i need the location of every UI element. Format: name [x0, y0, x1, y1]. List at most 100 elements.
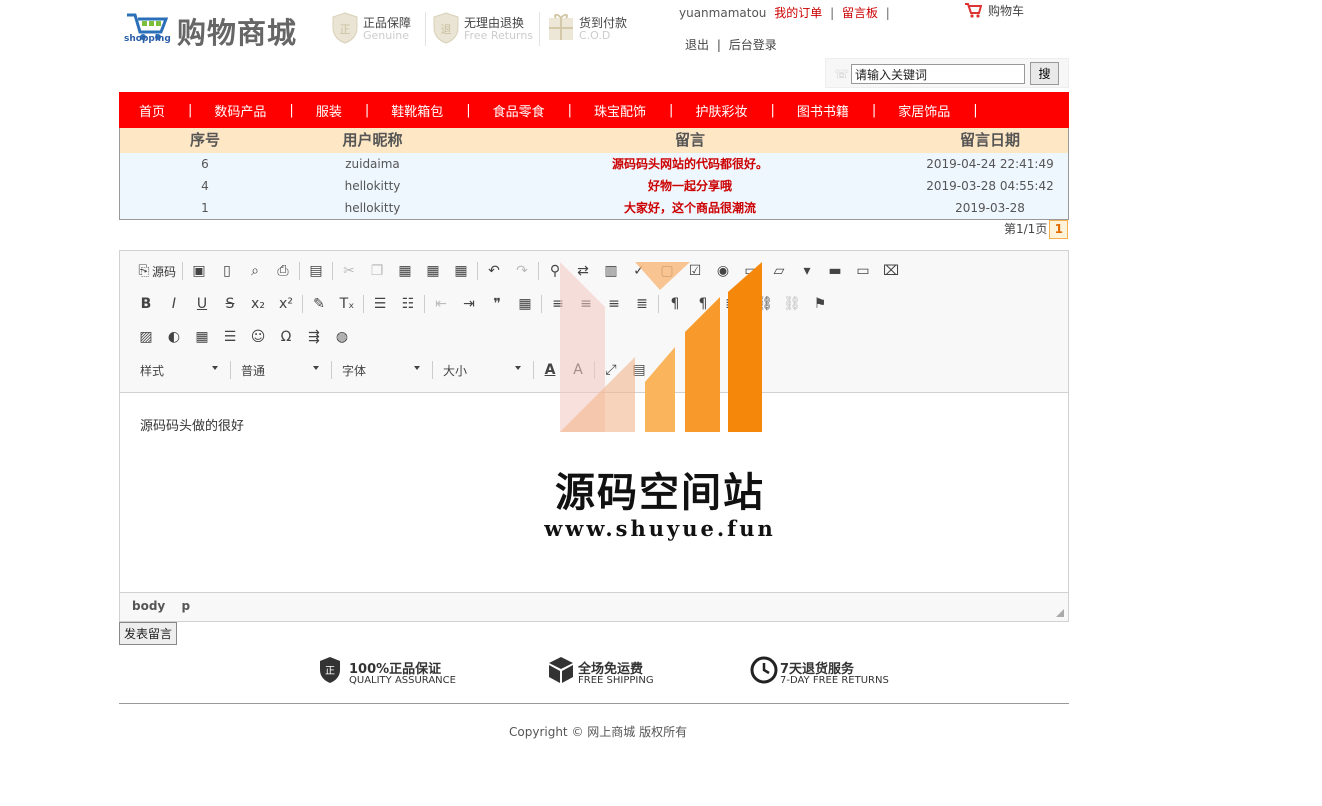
- cell-nick: hellokitty: [344, 179, 401, 193]
- svg-text:正: 正: [325, 666, 335, 677]
- select-all-icon[interactable]: ▥: [597, 259, 625, 283]
- preview-icon[interactable]: ⌕: [241, 259, 269, 283]
- logout-link[interactable]: 退出: [685, 38, 709, 52]
- new-page-icon[interactable]: ▯: [213, 259, 241, 283]
- nav-item-shoes-bags[interactable]: 鞋靴箱包: [391, 101, 443, 120]
- iframe-icon[interactable]: ◍: [328, 325, 356, 349]
- anchor-icon[interactable]: ⚑: [806, 292, 834, 316]
- toolbar-divider: [331, 361, 332, 379]
- styles-dropdown[interactable]: 样式: [132, 358, 222, 382]
- ltr-icon[interactable]: ¶: [661, 292, 689, 316]
- italic-icon[interactable]: I: [160, 292, 188, 316]
- spellcheck-icon[interactable]: ✓: [625, 259, 653, 283]
- bg-color-icon[interactable]: A: [564, 358, 592, 382]
- nav-item-clothing[interactable]: 服装: [316, 101, 342, 120]
- editor-content-area[interactable]: 源码码头做的很好: [120, 392, 1068, 593]
- post-message-button[interactable]: 发表留言: [119, 622, 178, 645]
- bold-icon[interactable]: B: [132, 292, 160, 316]
- search-input[interactable]: [851, 64, 1025, 84]
- message-board-link[interactable]: 留言板: [842, 6, 878, 20]
- cut-icon[interactable]: ✂: [335, 259, 363, 283]
- unlink-icon[interactable]: ⛓: [778, 292, 806, 316]
- separator: |: [830, 6, 835, 20]
- language-icon[interactable]: ≣: [717, 292, 745, 316]
- form-icon[interactable]: ▢: [653, 259, 681, 283]
- indent-icon[interactable]: ⇥: [455, 292, 483, 316]
- copy-icon[interactable]: ❐: [363, 259, 391, 283]
- superscript-icon[interactable]: x²: [272, 292, 300, 316]
- find-icon[interactable]: ⚲: [541, 259, 569, 283]
- admin-login-link[interactable]: 后台登录: [729, 38, 777, 52]
- nav-item-books[interactable]: 图书书籍: [797, 101, 849, 120]
- templates-icon[interactable]: ▤: [302, 259, 330, 283]
- align-left-icon[interactable]: ≡: [544, 292, 572, 316]
- underline-icon[interactable]: U: [188, 292, 216, 316]
- table-icon[interactable]: ▦: [188, 325, 216, 349]
- button-field-icon[interactable]: ▬: [821, 259, 849, 283]
- cart-link[interactable]: 购物车: [964, 2, 1024, 19]
- checkbox-icon[interactable]: ☑: [681, 259, 709, 283]
- svg-text:正: 正: [340, 23, 351, 36]
- outdent-icon[interactable]: ⇤: [427, 292, 455, 316]
- page-button-1[interactable]: 1: [1049, 220, 1069, 239]
- site-logo[interactable]: shopping 购物商城: [123, 6, 303, 50]
- link-icon[interactable]: ⛓: [750, 292, 778, 316]
- image-button-icon[interactable]: ▭: [849, 259, 877, 283]
- show-blocks-icon[interactable]: ▤: [625, 358, 653, 382]
- source-button[interactable]: ⎘ 源码: [132, 259, 180, 283]
- print-icon[interactable]: ⎙: [269, 259, 297, 283]
- flash-icon[interactable]: ◐: [160, 325, 188, 349]
- paste-text-icon[interactable]: ▦: [419, 259, 447, 283]
- search-bar: ☏ 搜: [825, 58, 1069, 88]
- table-row: 1 hellokitty 大家好，这个商品很潮流 2019-03-28: [120, 197, 1068, 219]
- blockquote-icon[interactable]: ❞: [483, 292, 511, 316]
- align-center-icon[interactable]: ≡: [572, 292, 600, 316]
- nav-item-cosmetics[interactable]: 护肤彩妆: [695, 101, 747, 120]
- radio-icon[interactable]: ◉: [709, 259, 737, 283]
- maximize-icon[interactable]: ⤢: [597, 358, 625, 382]
- image-icon[interactable]: ▨: [132, 325, 160, 349]
- undo-icon[interactable]: ↶: [480, 259, 508, 283]
- format-dropdown[interactable]: 普通: [233, 358, 323, 382]
- textfield-icon[interactable]: ▭: [737, 259, 765, 283]
- remove-format-icon[interactable]: Tₓ: [333, 292, 361, 316]
- nav-item-food[interactable]: 食品零食: [493, 101, 545, 120]
- brand-small-text: shopping: [124, 34, 171, 44]
- hidden-field-icon[interactable]: ⌧: [877, 259, 905, 283]
- justify-icon[interactable]: ≣: [628, 292, 656, 316]
- size-dropdown[interactable]: 大小: [435, 358, 525, 382]
- redo-icon[interactable]: ↷: [508, 259, 536, 283]
- strike-icon[interactable]: S: [216, 292, 244, 316]
- paste-word-icon[interactable]: ▦: [447, 259, 475, 283]
- rtl-icon[interactable]: ¶: [689, 292, 717, 316]
- path-body[interactable]: body: [132, 599, 165, 613]
- page-break-icon[interactable]: ⇶: [300, 325, 328, 349]
- search-button[interactable]: 搜: [1030, 62, 1059, 85]
- numbered-list-icon[interactable]: ☰: [366, 292, 394, 316]
- resize-handle[interactable]: [1056, 609, 1064, 617]
- my-orders-link[interactable]: 我的订单: [774, 6, 822, 20]
- save-icon[interactable]: ▣: [185, 259, 213, 283]
- textarea-icon[interactable]: ▱: [765, 259, 793, 283]
- smiley-icon[interactable]: ☺: [244, 325, 272, 349]
- subscript-icon[interactable]: x₂: [244, 292, 272, 316]
- text-color-icon[interactable]: A: [536, 358, 564, 382]
- nav-item-jewelry[interactable]: 珠宝配饰: [594, 101, 646, 120]
- div-container-icon[interactable]: ▦: [511, 292, 539, 316]
- font-dropdown[interactable]: 字体: [334, 358, 424, 382]
- toolbar-row-3: ▨ ◐ ▦ ☰ ☺ Ω ⇶ ◍: [132, 325, 356, 349]
- special-char-icon[interactable]: Ω: [272, 325, 300, 349]
- nav-item-home[interactable]: 首页: [139, 101, 165, 120]
- nav-item-home-decor[interactable]: 家居饰品: [898, 101, 950, 120]
- paste-icon[interactable]: ▦: [391, 259, 419, 283]
- copy-format-icon[interactable]: ✎: [305, 292, 333, 316]
- select-field-icon[interactable]: ▾: [793, 259, 821, 283]
- nav-item-digital[interactable]: 数码产品: [214, 101, 266, 120]
- replace-icon[interactable]: ⇄: [569, 259, 597, 283]
- horizontal-line-icon[interactable]: ☰: [216, 325, 244, 349]
- nav-separator: |: [466, 102, 471, 118]
- bulleted-list-icon[interactable]: ☷: [394, 292, 422, 316]
- path-p[interactable]: p: [181, 599, 190, 613]
- table-row: 6 zuidaima 源码码头网站的代码都很好。 2019-04-24 22:4…: [120, 153, 1068, 175]
- align-right-icon[interactable]: ≡: [600, 292, 628, 316]
